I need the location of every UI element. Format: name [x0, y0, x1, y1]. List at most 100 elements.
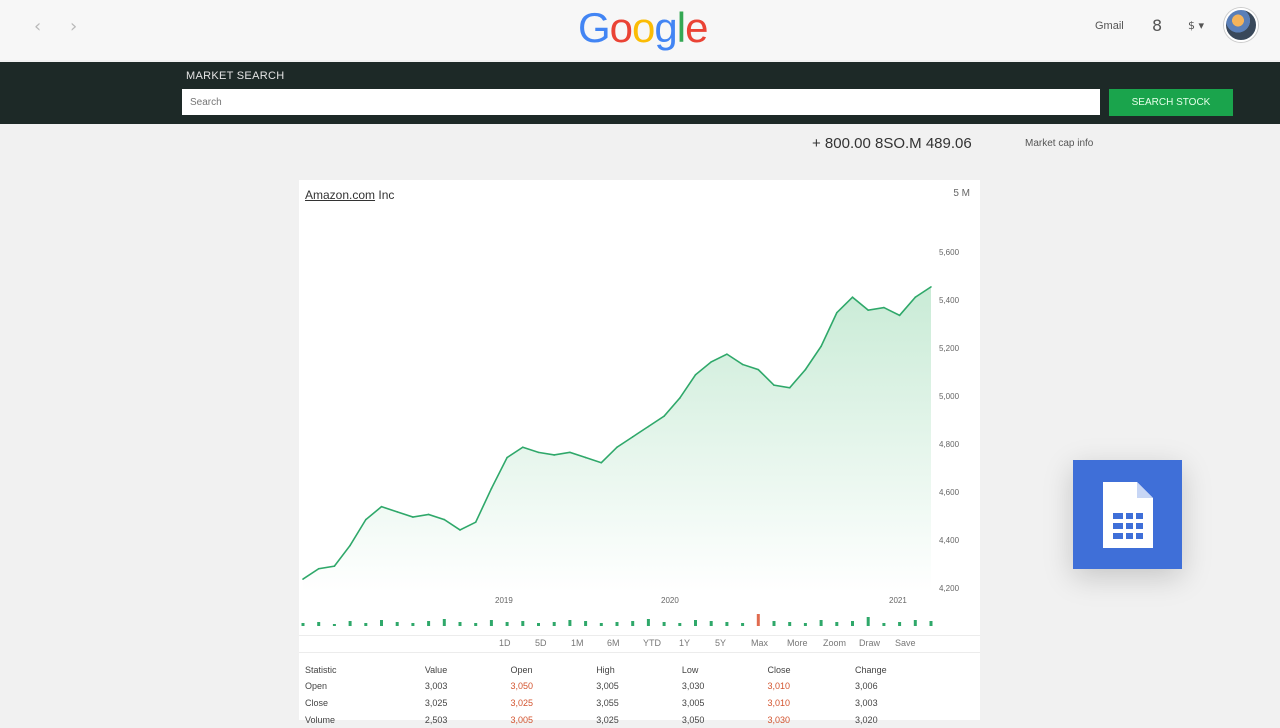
price-point — [914, 296, 917, 299]
volume-bar — [584, 621, 588, 626]
table-cell: 3,005 — [596, 680, 619, 691]
price-chart[interactable] — [299, 220, 980, 630]
y-tick-label: 4,600 — [939, 488, 960, 497]
price-point — [867, 309, 869, 311]
x-tick-label: 2019 — [495, 596, 513, 605]
table-cell: 3,025 — [510, 697, 534, 708]
y-tick-label: 5,200 — [939, 344, 960, 353]
table-row[interactable]: Open 3,003 3,050 3,005 3,030 3,010 3,006 — [305, 677, 975, 694]
quote-subtext: Market cap info — [1025, 138, 1094, 149]
toolbar-item[interactable]: 1D — [499, 638, 511, 648]
toolbar-item[interactable]: Max — [751, 638, 768, 648]
avatar[interactable] — [1224, 8, 1258, 42]
table-cell: 3,055 — [596, 697, 619, 708]
y-tick-label: 4,800 — [939, 440, 960, 449]
price-point — [302, 578, 304, 580]
volume-bar — [395, 622, 399, 626]
table-cell: 3,003 — [855, 697, 878, 708]
price-point — [459, 529, 461, 531]
table-cell: 3,010 — [767, 680, 791, 691]
volume-bar — [615, 622, 619, 626]
table-cell: 3,025 — [424, 697, 448, 708]
price-point — [506, 456, 508, 459]
search-label: MARKET SEARCH — [186, 70, 285, 82]
y-tick-label: 4,400 — [939, 536, 960, 545]
apps-icon[interactable]: 8 — [1152, 16, 1162, 35]
toolbar-item[interactable]: YTD — [643, 638, 661, 648]
table-cell: Close — [305, 697, 329, 708]
price-point — [396, 511, 398, 513]
table-header[interactable]: Statistic — [305, 662, 425, 677]
volume-bar — [364, 623, 368, 626]
forward-arrow-icon[interactable]: › — [70, 16, 77, 37]
table-header[interactable]: Open — [511, 662, 597, 677]
search-button[interactable]: SEARCH STOCK — [1109, 89, 1233, 116]
toolbar-item[interactable]: Draw — [859, 638, 880, 648]
toolbar-item[interactable]: 5D — [535, 638, 547, 648]
table-header[interactable]: Value — [425, 662, 511, 677]
price-point — [898, 314, 901, 317]
volume-bar — [835, 622, 839, 626]
table-cell: 3,050 — [510, 680, 534, 691]
toolbar-item[interactable]: 1Y — [679, 638, 690, 648]
volume-bar — [882, 623, 886, 626]
price-point — [679, 397, 681, 399]
table-header[interactable]: Low — [682, 662, 768, 677]
price-point — [537, 451, 540, 454]
document-sheet-icon[interactable] — [1073, 460, 1182, 569]
volume-bar — [913, 620, 917, 626]
volume-bar — [411, 623, 415, 626]
account-label[interactable]: Gmail — [1095, 20, 1124, 32]
toolbar-item[interactable]: 5Y — [715, 638, 726, 648]
table-cell: 3,003 — [424, 680, 448, 691]
volume-bar — [552, 622, 556, 626]
search-input[interactable] — [182, 89, 1100, 115]
price-point — [773, 384, 775, 386]
quote-values: + 800.00 8SO.M 489.06 — [812, 135, 972, 152]
volume-bar — [788, 622, 792, 626]
logo-letter: l — [676, 4, 686, 51]
price-point — [349, 544, 351, 547]
back-arrow-icon[interactable]: ‹ — [34, 16, 41, 37]
toolbar-item[interactable]: Zoom — [823, 638, 846, 648]
toolbar-item[interactable]: Save — [895, 638, 916, 648]
range-selector[interactable]: 5 M — [953, 188, 970, 199]
logo-letter: o — [632, 4, 655, 51]
volume-bar — [851, 621, 854, 626]
volume-bar — [725, 622, 729, 626]
price-point — [836, 311, 838, 314]
price-point — [616, 446, 618, 448]
table-cell: 3,005 — [681, 697, 705, 708]
logo-letter: g — [654, 4, 677, 51]
currency-menu-icon[interactable]: $ ▾ — [1188, 19, 1204, 32]
volume-bar — [929, 621, 933, 626]
volume-bar — [489, 620, 493, 626]
stats-table: Statistic Value Open High Low Close Change Ope… — [305, 662, 975, 728]
volume-bar — [898, 622, 902, 626]
google-logo[interactable]: Google — [578, 4, 708, 52]
table-header[interactable]: Change — [855, 662, 975, 677]
volume-bar — [694, 620, 697, 626]
volume-bar — [505, 622, 509, 626]
price-point — [443, 518, 446, 521]
price-point — [365, 518, 367, 521]
price-point — [631, 436, 634, 438]
volume-bar — [380, 620, 383, 626]
table-header[interactable]: High — [596, 662, 682, 677]
toolbar-item[interactable]: 1M — [571, 638, 584, 648]
toolbar-item[interactable]: 6M — [607, 638, 620, 648]
price-point — [490, 487, 493, 490]
volume-bar — [646, 619, 650, 626]
volume-bar — [709, 621, 713, 626]
volume-bar — [427, 621, 431, 626]
quote-line: + 800.00 8SO.M 489.06 Market cap info — [812, 135, 1093, 152]
table-cell: Open — [305, 680, 328, 691]
table-header[interactable]: Close — [768, 662, 856, 677]
volume-bar — [803, 623, 807, 626]
toolbar-item[interactable]: More — [787, 638, 808, 648]
chart-title-name[interactable]: Amazon.com — [305, 188, 375, 202]
table-row[interactable]: Close 3,025 3,025 3,055 3,005 3,010 3,003 — [305, 694, 975, 711]
price-point — [788, 386, 791, 389]
volume-bar — [442, 619, 446, 626]
price-point — [522, 446, 524, 448]
